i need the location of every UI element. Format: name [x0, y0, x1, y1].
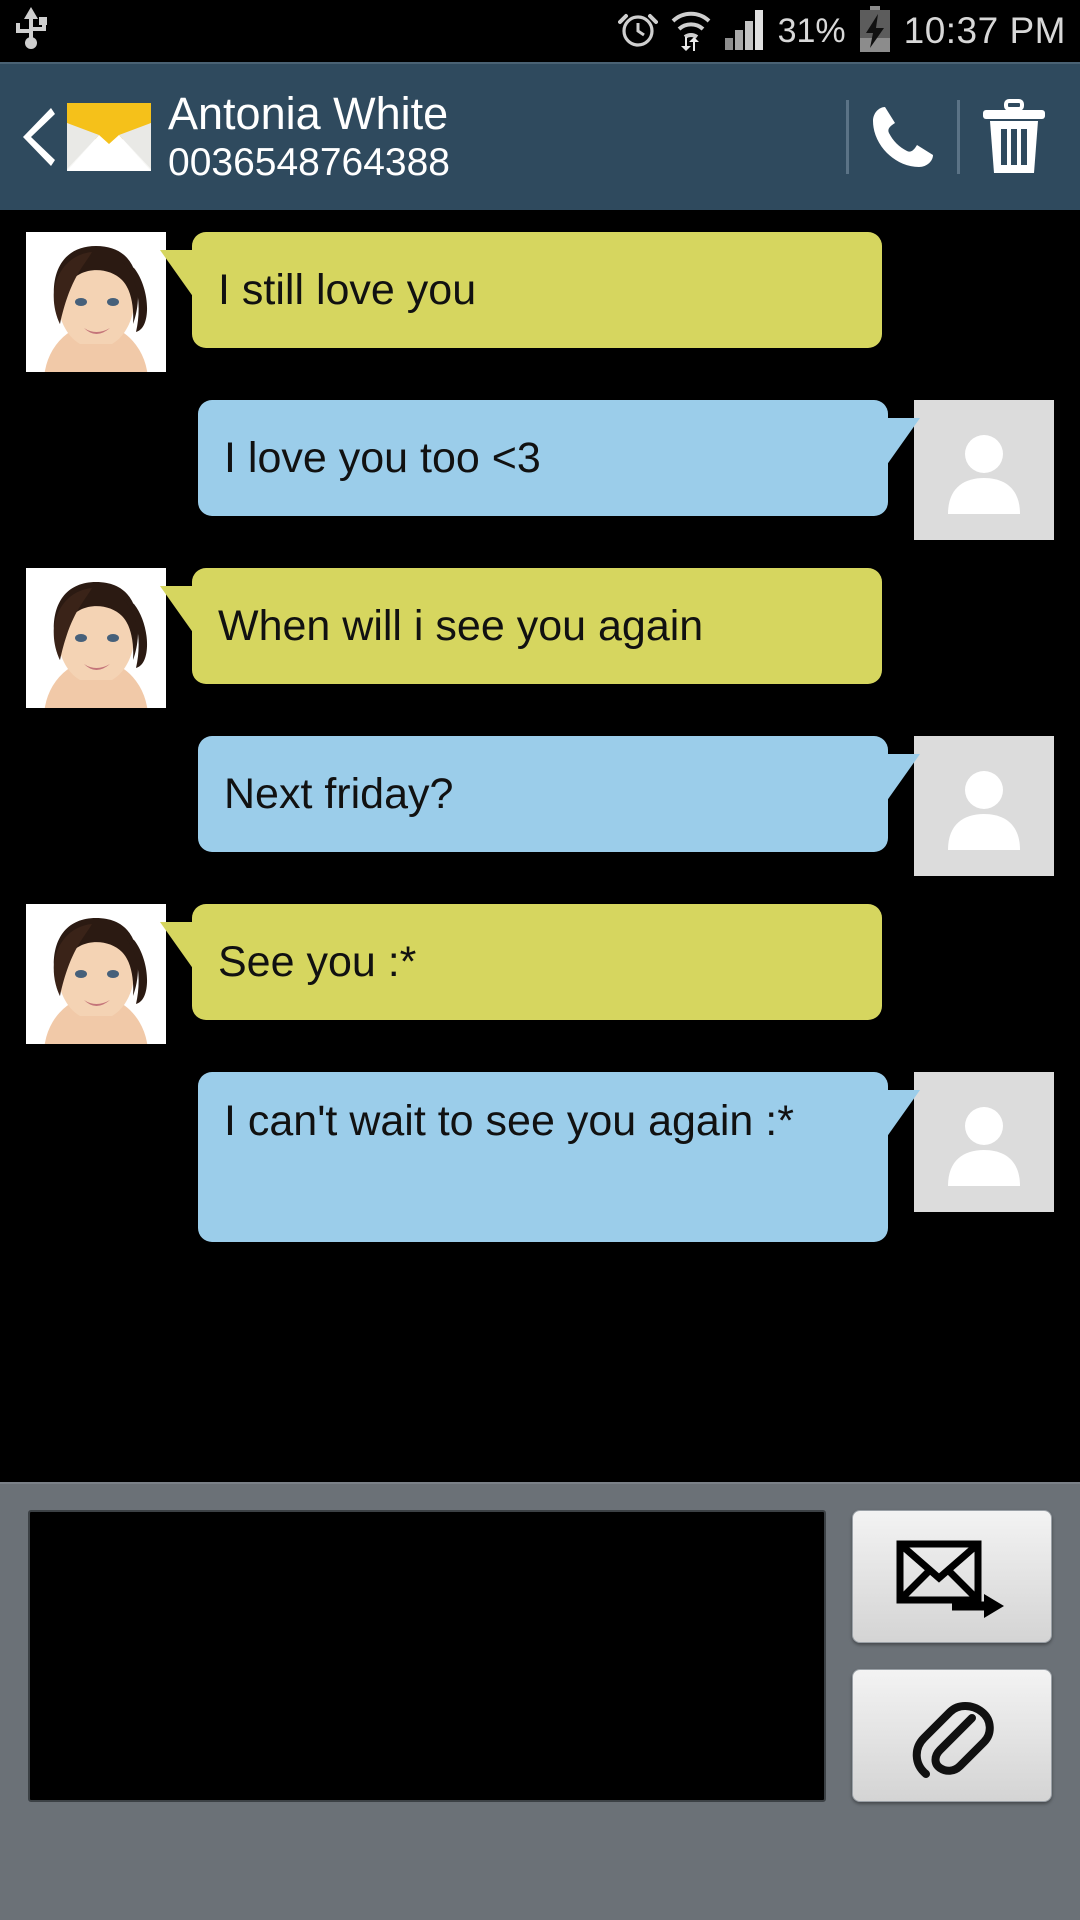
usb-icon	[14, 6, 48, 56]
contact-avatar[interactable]	[26, 232, 166, 372]
contact-avatar[interactable]	[26, 568, 166, 708]
status-bar-right-icons: 31% 10:37 PM	[617, 5, 1066, 57]
chevron-left-icon	[23, 108, 55, 166]
clock-time: 10:37 PM	[903, 10, 1066, 51]
message-bubble-outgoing[interactable]: I can't wait to see you again :*	[198, 1072, 920, 1242]
message-row: Next friday?	[0, 736, 1080, 876]
phone-icon	[873, 107, 933, 167]
trash-icon	[983, 99, 1045, 173]
message-bubble-outgoing[interactable]: Next friday?	[198, 736, 920, 852]
delete-button[interactable]	[966, 99, 1062, 175]
wifi-icon	[670, 7, 712, 56]
header-divider-2	[957, 100, 960, 174]
message-row: I can't wait to see you again :*	[0, 1072, 1080, 1242]
person-icon	[948, 435, 1020, 514]
conversation-header: Antonia White 0036548764388	[0, 62, 1080, 210]
bubble-wrap: I can't wait to see you again :*	[198, 1072, 920, 1242]
message-input[interactable]	[28, 1510, 826, 1802]
person-icon	[948, 771, 1020, 850]
status-bar-left-icons	[14, 6, 48, 56]
header-contact-info[interactable]: Antonia White 0036548764388	[154, 88, 840, 186]
self-avatar-placeholder[interactable]	[914, 736, 1054, 876]
envelope-icon	[64, 101, 154, 173]
attach-button[interactable]	[852, 1669, 1052, 1802]
self-avatar-placeholder[interactable]	[914, 1072, 1054, 1212]
bubble-wrap: I love you too <3	[198, 400, 920, 516]
message-bubble-outgoing[interactable]: I love you too <3	[198, 400, 920, 516]
send-envelope-icon	[896, 1540, 1004, 1618]
back-button[interactable]	[10, 104, 64, 170]
message-bubble-incoming[interactable]: I still love you	[160, 232, 882, 348]
compose-bar	[0, 1482, 1080, 1920]
compose-buttons	[852, 1510, 1052, 1802]
message-row: See you :*	[0, 904, 1080, 1044]
signal-icon	[724, 8, 766, 55]
self-avatar-placeholder[interactable]	[914, 400, 1054, 540]
contact-name: Antonia White	[168, 88, 449, 139]
battery-percent: 31%	[777, 11, 846, 50]
bubble-wrap: Next friday?	[198, 736, 920, 852]
send-button[interactable]	[852, 1510, 1052, 1643]
battery-charging-icon	[858, 5, 892, 57]
bubble-wrap: When will i see you again	[160, 568, 882, 684]
message-row: I still love you	[0, 232, 1080, 372]
contact-phone-number: 0036548764388	[168, 141, 450, 184]
message-list[interactable]: I still love you I love you too <3 When …	[0, 210, 1080, 1482]
paperclip-icon	[912, 1701, 994, 1778]
message-row: I love you too <3	[0, 400, 1080, 540]
message-bubble-incoming[interactable]: When will i see you again	[160, 568, 882, 684]
bubble-wrap: I still love you	[160, 232, 882, 348]
status-bar: 31% 10:37 PM	[0, 0, 1080, 62]
header-divider	[846, 100, 849, 174]
call-button[interactable]	[855, 101, 951, 173]
alarm-icon	[617, 8, 658, 55]
message-row: When will i see you again	[0, 568, 1080, 708]
person-icon	[948, 1107, 1020, 1186]
bubble-wrap: See you :*	[160, 904, 882, 1020]
message-bubble-incoming[interactable]: See you :*	[160, 904, 882, 1020]
contact-avatar[interactable]	[26, 904, 166, 1044]
